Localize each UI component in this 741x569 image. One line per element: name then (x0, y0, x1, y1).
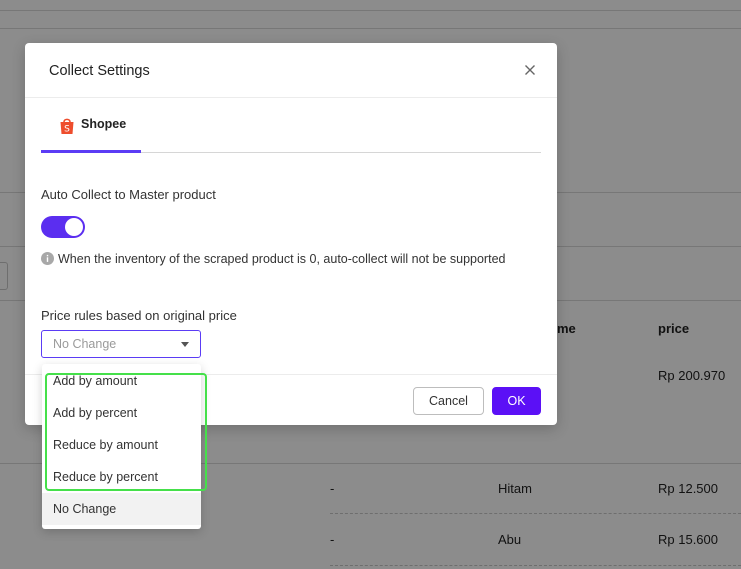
option-label: Add by percent (53, 406, 138, 420)
inventory-note: When the inventory of the scraped produc… (41, 252, 505, 266)
price-rules-selected-value: No Change (53, 337, 117, 351)
auto-collect-toggle[interactable] (41, 216, 85, 238)
option-label: Add by amount (53, 374, 138, 388)
tab-shopee-label: Shopee (81, 117, 127, 131)
option-add-by-percent[interactable]: Add by percent (42, 397, 201, 429)
option-reduce-by-percent[interactable]: Reduce by percent (42, 461, 201, 493)
caret-down-icon (181, 342, 189, 347)
option-label: No Change (53, 502, 117, 516)
option-label: Reduce by amount (53, 438, 158, 452)
platform-tabs: S Shopee (41, 98, 541, 153)
option-add-by-amount[interactable]: Add by amount (42, 365, 201, 397)
option-reduce-by-amount[interactable]: Reduce by amount (42, 429, 201, 461)
toggle-knob (65, 218, 83, 236)
ok-button[interactable]: OK (492, 387, 541, 415)
svg-text:S: S (64, 125, 70, 135)
option-no-change[interactable]: No Change (42, 493, 201, 525)
option-label: Reduce by percent (53, 470, 158, 484)
shopee-bag-icon: S (59, 117, 75, 135)
price-rules-dropdown: Add by amount Add by percent Reduce by a… (42, 364, 201, 529)
close-icon[interactable] (521, 61, 539, 79)
cancel-button[interactable]: Cancel (413, 387, 484, 415)
inventory-note-text: When the inventory of the scraped produc… (58, 252, 506, 266)
auto-collect-label: Auto Collect to Master product (41, 187, 216, 202)
info-icon (41, 252, 54, 265)
active-tab-indicator (41, 150, 141, 153)
tab-shopee[interactable]: S Shopee (41, 98, 141, 153)
modal-title: Collect Settings (49, 63, 150, 79)
price-rules-label: Price rules based on original price (41, 308, 237, 323)
price-rules-select[interactable]: No Change (41, 330, 201, 358)
